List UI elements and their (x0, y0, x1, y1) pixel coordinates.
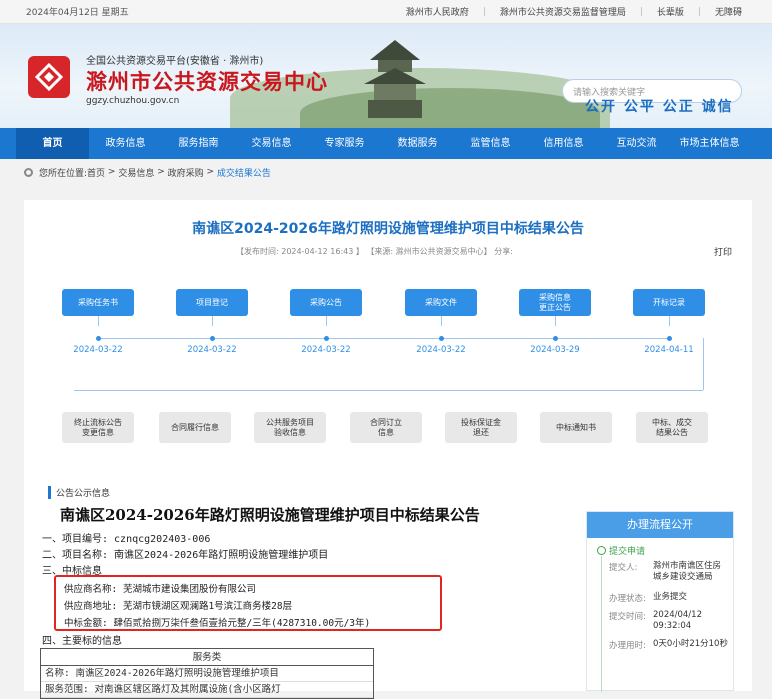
divider: | (697, 6, 701, 17)
field-label: 提交时间: (609, 612, 646, 622)
field-label: 提交人: (609, 563, 638, 573)
connector (326, 316, 327, 326)
step-project-registration[interactable]: 项目登记 (176, 289, 248, 316)
top-bar: 2024年04月12日 星期五 滁州市人民政府 | 滁州市公共资源交易监督管理局… (0, 0, 772, 24)
logo-mark-icon (34, 62, 64, 92)
step-date: 2024-03-22 (416, 345, 466, 355)
nav-item-experts[interactable]: 专家服务 (308, 128, 381, 159)
submitter-value: 滁州市南谯区住房城乡建设交通局 (653, 561, 722, 583)
step-procurement-docs[interactable]: 采购文件 (405, 289, 477, 316)
step-procurement-task[interactable]: 采购任务书 (62, 289, 134, 316)
process-panel: 办理流程公开 提交申请 提交人: 滁州市南谯区住房城乡建设交通局 办理状态: 业… (586, 511, 734, 692)
nav-item-government[interactable]: 政务信息 (89, 128, 162, 159)
main-target-heading: 四、主要标的信息 (42, 636, 122, 647)
print-button[interactable]: 打印 (714, 245, 732, 258)
timeline-dot (324, 336, 329, 341)
breadcrumb-current[interactable]: 成交结果公告 (217, 166, 271, 179)
step-public-service-acceptance[interactable]: 公共服务项目 验收信息 (254, 412, 326, 443)
timeline-curve (703, 338, 704, 390)
step-bid-opening[interactable]: 开标记录 (633, 289, 705, 316)
step-contract-signing[interactable]: 合同订立 信息 (350, 412, 422, 443)
step-procurement-notice[interactable]: 采购公告 (290, 289, 362, 316)
breadcrumb: 您所在位置: 首页 > 交易信息 > 政府采购 > 成交结果公告 (0, 159, 772, 185)
article-card: 南谯区2024-2026年路灯照明设施管理维护项目中标结果公告 【发布时间: 2… (24, 200, 752, 699)
site-logo-icon[interactable] (28, 56, 70, 98)
connector (669, 316, 670, 326)
table-row: 服务范围: 对南谯区辖区路灯及其附属设施(含小区路灯 (41, 682, 373, 698)
step-date: 2024-03-22 (301, 345, 351, 355)
connector (212, 316, 213, 326)
step-contract-performance[interactable]: 合同履行信息 (159, 412, 231, 443)
site-slogan: 公开 公平 公正 诚信 (585, 99, 734, 115)
nav-item-data[interactable]: 数据服务 (381, 128, 454, 159)
timeline-dot (553, 336, 558, 341)
breadcrumb-prefix: 您所在位置: (39, 168, 88, 179)
table-row: 名称: 南谯区2024-2026年路灯照明设施管理维护项目 (41, 666, 373, 682)
link-city-government[interactable]: 滁州市人民政府 (406, 5, 469, 18)
step-termination-notice[interactable]: 终止流标公告 变更信息 (62, 412, 134, 443)
breadcrumb-procurement[interactable]: 政府采购 (168, 166, 204, 179)
timeline-dot (96, 336, 101, 341)
nav-item-interaction[interactable]: 互动交流 (600, 128, 673, 159)
nav-item-credit[interactable]: 信用信息 (527, 128, 600, 159)
field-label: 办理状态: (609, 594, 646, 604)
site-title: 滁州市公共资源交易中心 (86, 69, 328, 94)
process-panel-title: 办理流程公开 (587, 512, 733, 538)
step-date: 2024-04-11 (644, 345, 694, 355)
project-name: 二、项目名称: 南谯区2024-2026年路灯照明设施管理维护项目 (42, 550, 329, 561)
step-correction-notice[interactable]: 采购信息 更正公告 (519, 289, 591, 316)
main-nav: 首页 政务信息 服务指南 交易信息 专家服务 数据服务 监管信息 信用信息 互动… (0, 128, 772, 159)
article-meta: 【发布时间: 2024-04-12 16:43 】 【来源: 滁州市公共资源交易… (236, 247, 513, 256)
timeline-dot (667, 336, 672, 341)
timeline-bottom (74, 390, 703, 391)
nav-item-home[interactable]: 首页 (16, 128, 89, 159)
article-title: 南谯区2024-2026年路灯照明设施管理维护项目中标结果公告 (192, 221, 584, 237)
connector (555, 316, 556, 326)
process-line (601, 556, 602, 692)
nav-item-supervision[interactable]: 监管信息 (454, 128, 527, 159)
timeline-dot (439, 336, 444, 341)
duration-value: 0天0小时21分10秒 (653, 639, 728, 649)
link-accessibility[interactable]: 无障碍 (715, 5, 742, 18)
top-links: 滁州市人民政府 | 滁州市公共资源交易监督管理局 | 长辈版 | 无障碍 (406, 5, 742, 19)
link-elder-mode[interactable]: 长辈版 (657, 5, 684, 18)
table-header: 服务类 (41, 649, 373, 666)
project-number: 一、项目编号: cznqcg202403-006 (42, 534, 211, 545)
platform-subtitle: 全国公共资源交易平台(安徽省 · 滁州市) (86, 56, 264, 67)
nav-item-transactions[interactable]: 交易信息 (235, 128, 308, 159)
process-step-label: 提交申请 (609, 547, 646, 557)
target-table: 服务类 名称: 南谯区2024-2026年路灯照明设施管理维护项目 服务范围: … (40, 648, 374, 699)
site-url: ggzy.chuzhou.gov.cn (86, 96, 180, 106)
field-label: 办理用时: (609, 641, 646, 651)
nav-item-service-guide[interactable]: 服务指南 (162, 128, 235, 159)
step-date: 2024-03-22 (187, 345, 237, 355)
step-award-notice[interactable]: 中标通知书 (540, 412, 612, 443)
connector (441, 316, 442, 326)
divider: | (482, 6, 486, 17)
highlight-box (54, 575, 442, 631)
step-date: 2024-03-29 (530, 345, 580, 355)
link-supervision-bureau[interactable]: 滁州市公共资源交易监督管理局 (500, 5, 626, 18)
status-value: 业务提交 (653, 592, 688, 602)
connector (98, 316, 99, 326)
pagoda-icon (364, 40, 426, 118)
timeline (98, 338, 669, 339)
announcement-title: 南谯区2024-2026年路灯照明设施管理维护项目中标结果公告 (60, 506, 480, 524)
current-date: 2024年04月12日 星期五 (26, 8, 129, 18)
breadcrumb-home[interactable]: 首页 (87, 166, 105, 179)
submit-time-value: 2024/04/12 09:32:04 (653, 610, 702, 632)
section-label: 公告公示信息 (48, 486, 110, 499)
process-step: 提交申请 (597, 544, 645, 557)
timeline-dot (210, 336, 215, 341)
divider: | (639, 6, 643, 17)
step-deposit-refund[interactable]: 投标保证金 退还 (445, 412, 517, 443)
step-award-result[interactable]: 中标、成交 结果公告 (636, 412, 708, 443)
breadcrumb-transactions[interactable]: 交易信息 (118, 166, 154, 179)
location-pin-icon (24, 167, 33, 177)
nav-item-market-entity[interactable]: 市场主体信息 (673, 128, 746, 159)
step-date: 2024-03-22 (73, 345, 123, 355)
check-circle-icon (597, 546, 606, 555)
